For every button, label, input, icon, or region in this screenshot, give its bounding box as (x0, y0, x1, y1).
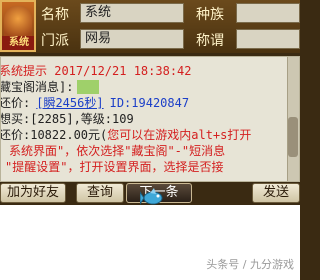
counter-label: 还价: (0, 96, 31, 110)
message-line-hint-2: 系统界面"，依次选择"藏宝阁"-"短消息 (9, 144, 226, 158)
message-header: 系统提示 2017/12/21 18:38:42 (0, 64, 192, 78)
sect-label: 门派 (41, 33, 69, 49)
name-label: 名称 (41, 7, 69, 23)
scrollbar-thumb[interactable] (288, 117, 298, 157)
item-id: ID:19420847 (109, 96, 190, 110)
name-field: 系统 (80, 3, 184, 23)
query-button[interactable]: 查询 (76, 183, 124, 203)
system-avatar: 系统 (0, 0, 36, 52)
message-panel[interactable]: 系统提示 2017/12/21 18:38:42 藏宝阁消息]:... 还价: [… (0, 56, 300, 182)
message-line-want: 想买:[2285],等级:109 (0, 112, 134, 126)
title-label: 称谓 (196, 33, 224, 49)
message-scrollbar[interactable] (287, 57, 299, 181)
race-label: 种族 (196, 7, 224, 23)
send-button[interactable]: 发送 (252, 183, 300, 203)
price-text: 还价:10822.00元( (0, 128, 108, 142)
message-line-source: 藏宝阁消息]:... (0, 79, 100, 95)
avatar-label: 系统 (2, 36, 34, 50)
watermark-text: 头条号 / 九分游戏 (206, 258, 294, 271)
title-field (236, 29, 300, 49)
contact-header: 系统 名称 系统 种族 门派 网易 称谓 (0, 0, 300, 53)
message-line-counter: 还价: [瞬2456秒] ID:19420847 (0, 95, 190, 111)
message-line-price: 还价:10822.00元(您可以在游戏内alt+s打开 (0, 127, 252, 143)
sect-field: 网易 (80, 29, 184, 49)
add-friend-button[interactable]: 加为好友 (0, 183, 66, 203)
message-line-hint-3: "提醒设置"，打开设置界面，选择是否接 (5, 160, 224, 174)
item-link[interactable]: [瞬2456秒] (36, 96, 103, 110)
footer-area: 头条号 / 九分游戏 (0, 205, 300, 280)
message-source-label: 藏宝阁消息]: (0, 80, 74, 94)
race-field (236, 3, 300, 23)
message-source-highlight: ... (77, 80, 100, 94)
hint-text: 您可以在游戏内alt+s打开 (107, 128, 252, 142)
